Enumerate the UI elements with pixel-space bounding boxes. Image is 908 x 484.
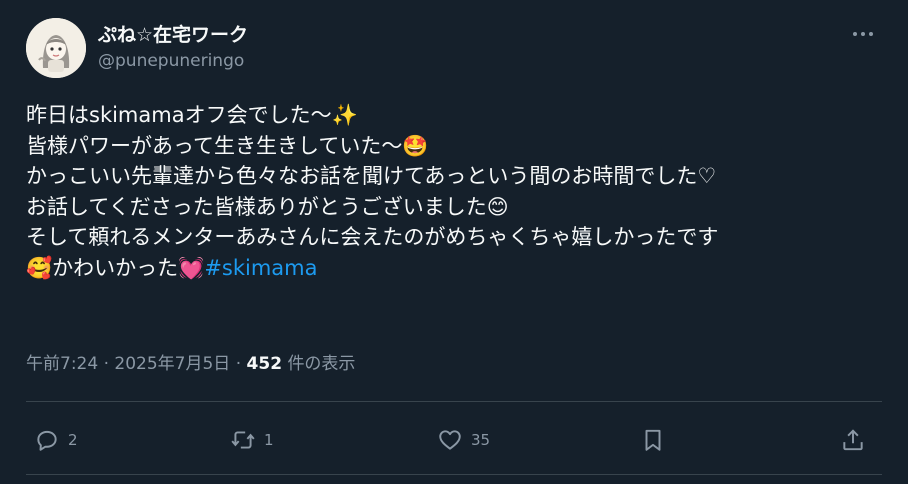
smiling-hearts-emoji: 🥰 bbox=[26, 255, 53, 280]
post-line-text: お話してくださった皆様ありがとうございました bbox=[26, 194, 487, 219]
like-count: 35 bbox=[471, 431, 491, 449]
meta-separator: · bbox=[235, 354, 242, 374]
post-line: お話してくださった皆様ありがとうございました😊 bbox=[26, 192, 886, 223]
bookmark-icon bbox=[645, 429, 661, 451]
hashtag-link[interactable]: #skimama bbox=[204, 256, 317, 280]
post-line-text: かっこいい先輩達から色々なお話を聞けてあっという間のお時間でした♡ bbox=[26, 164, 717, 188]
avatar[interactable] bbox=[26, 18, 86, 78]
meta-separator: · bbox=[103, 354, 109, 374]
post-line-text: 皆様パワーがあって生き生きしていた〜 bbox=[26, 133, 403, 158]
like-icon bbox=[439, 430, 461, 450]
tweet: ぷね☆在宅ワーク @punepuneringo 昨日はskimamaオフ会でした… bbox=[0, 0, 908, 484]
post-date[interactable]: 2025年7月5日 bbox=[114, 354, 230, 374]
reply-icon bbox=[37, 430, 57, 451]
share-icon bbox=[843, 429, 863, 451]
post-time[interactable]: 午前7:24 bbox=[26, 354, 98, 374]
post-line: 昨日はskimamaオフ会でした〜✨ bbox=[26, 100, 886, 131]
post-text: 昨日はskimamaオフ会でした〜✨ 皆様パワーがあって生き生きしていた〜🤩 か… bbox=[26, 100, 886, 283]
post-meta: 午前7:24 · 2025年7月5日 · 452 件の表示 bbox=[26, 349, 355, 374]
views-label: 件の表示 bbox=[287, 354, 356, 374]
share-button[interactable] bbox=[840, 422, 866, 458]
post-line-text: 昨日はskimamaオフ会でした〜 bbox=[26, 103, 332, 127]
post-line: 🥰かわいかった💓#skimama bbox=[26, 253, 886, 284]
post-line-text: そして頼れるメンターあみさんに会えたのがめちゃくちゃ嬉しかったです bbox=[26, 225, 719, 249]
views-count[interactable]: 452 bbox=[247, 354, 283, 374]
more-button[interactable] bbox=[846, 22, 880, 46]
repost-button[interactable]: 1 bbox=[230, 422, 274, 458]
post-line: そして頼れるメンターあみさんに会えたのがめちゃくちゃ嬉しかったです bbox=[26, 222, 886, 253]
post-line: 皆様パワーがあって生き生きしていた〜🤩 bbox=[26, 131, 886, 162]
repost-icon bbox=[231, 431, 255, 449]
divider bbox=[26, 474, 882, 475]
divider bbox=[26, 401, 882, 402]
star-struck-emoji: 🤩 bbox=[402, 133, 429, 158]
display-name[interactable]: ぷね☆在宅ワーク bbox=[98, 20, 248, 47]
reply-button[interactable]: 2 bbox=[34, 422, 78, 458]
sparkles-emoji: ✨ bbox=[331, 103, 358, 127]
smiling-face-emoji: 😊 bbox=[486, 194, 509, 219]
user-handle[interactable]: @punepuneringo bbox=[98, 51, 244, 71]
more-icon bbox=[853, 32, 873, 36]
post-line: かっこいい先輩達から色々なお話を聞けてあっという間のお時間でした♡ bbox=[26, 161, 886, 192]
bookmark-button[interactable] bbox=[640, 422, 666, 458]
repost-count: 1 bbox=[264, 431, 274, 449]
beating-heart-emoji: 💓 bbox=[178, 255, 205, 280]
reply-count: 2 bbox=[68, 431, 78, 449]
post-line-text: かわいかった bbox=[52, 255, 179, 280]
like-button[interactable]: 35 bbox=[437, 422, 490, 458]
avatar-illustration bbox=[26, 18, 86, 78]
